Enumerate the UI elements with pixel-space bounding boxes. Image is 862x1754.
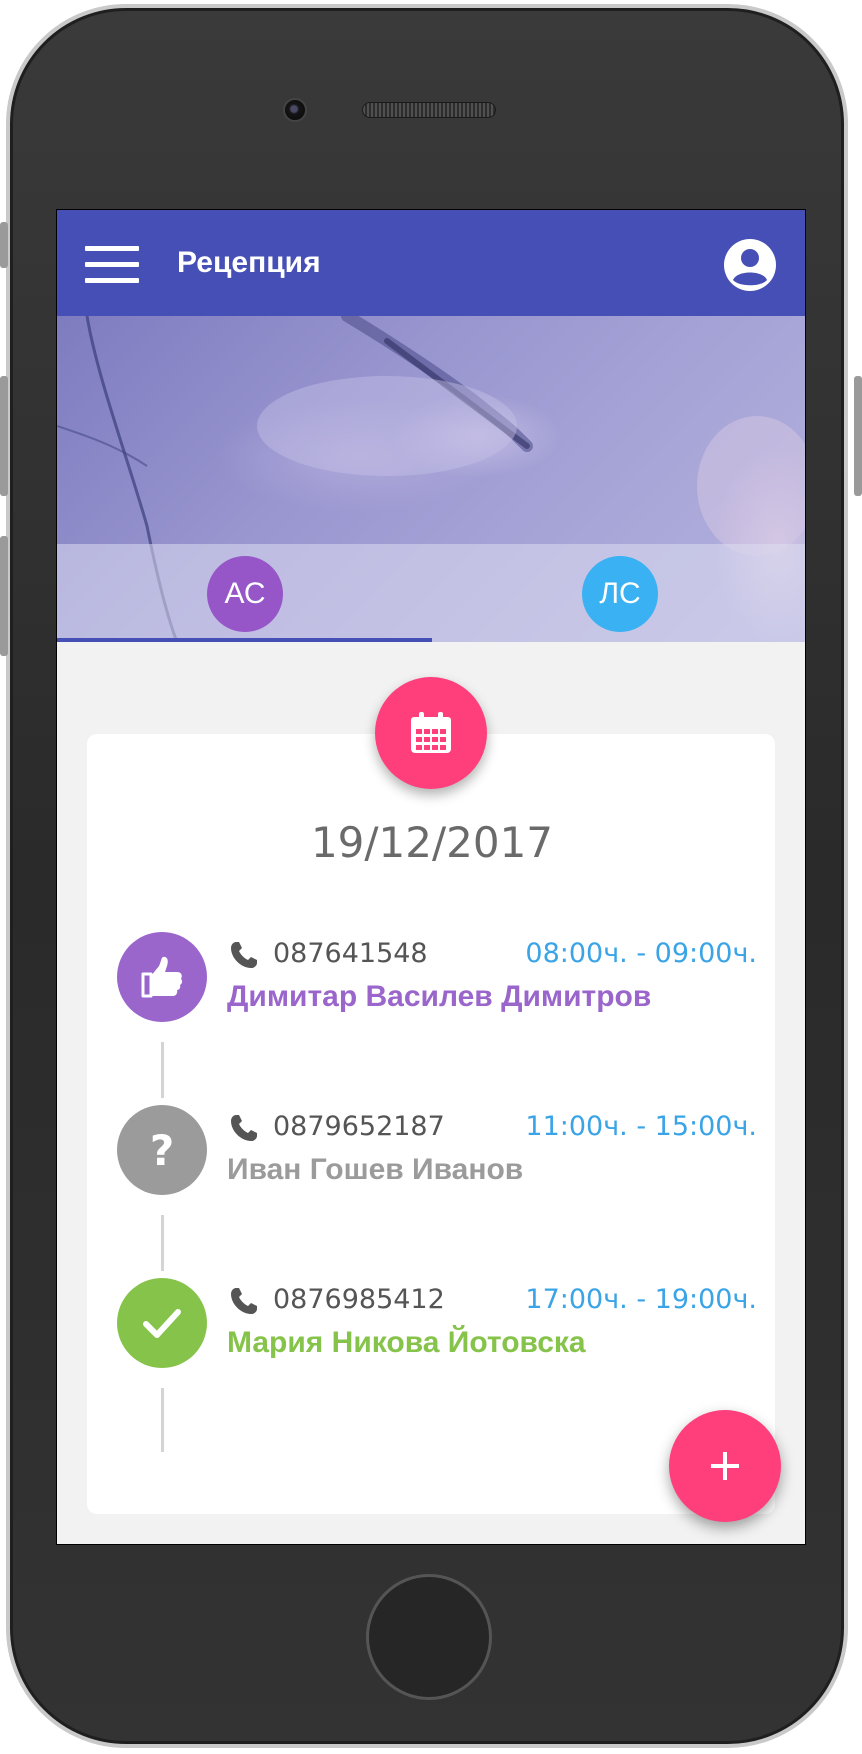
app-screen: Рецепция АС ЛС 19/12/2017 087641548 08:0… — [56, 209, 806, 1545]
earpiece-speaker — [362, 102, 496, 118]
status-badge — [117, 1278, 207, 1368]
phone-number: 087641548 — [273, 938, 428, 969]
tab-avatar-lc: ЛС — [582, 556, 658, 632]
status-badge — [117, 932, 207, 1022]
menu-icon[interactable] — [85, 246, 139, 283]
tab-indicator — [57, 638, 432, 642]
phone-number: 0879652187 — [273, 1111, 445, 1142]
patient-name: Иван Гошев Иванов — [227, 1153, 524, 1186]
status-badge: ? — [117, 1105, 207, 1195]
check-icon — [143, 1309, 181, 1338]
hero-banner: АС ЛС — [57, 316, 805, 642]
tab-lc[interactable]: ЛС — [432, 544, 805, 642]
timeline-connector — [161, 1388, 164, 1452]
tab-avatar-ac: АС — [207, 556, 283, 632]
volume-up-button — [0, 376, 8, 496]
calendar-button[interactable] — [375, 677, 487, 789]
mute-switch — [0, 222, 8, 268]
home-button[interactable] — [366, 1574, 492, 1700]
timeline-connector — [161, 1215, 164, 1271]
time-range: 11:00ч. - 15:00ч. — [525, 1111, 757, 1142]
tab-bar: АС ЛС — [57, 544, 805, 642]
patient-name: Мария Никова Йотовска — [227, 1326, 586, 1359]
phone-icon — [231, 942, 257, 968]
account-circle-icon[interactable] — [723, 238, 777, 292]
svg-text:?: ? — [150, 1126, 174, 1175]
phone-number: 0876985412 — [273, 1284, 445, 1315]
calendar-icon — [411, 712, 451, 753]
front-camera — [283, 98, 307, 122]
page-title: Рецепция — [177, 246, 321, 279]
appointment-item[interactable]: 0876985412 17:00ч. - 19:00ч. Мария Ников… — [117, 1278, 757, 1370]
power-button — [854, 376, 862, 496]
appointment-item[interactable]: ? 0879652187 11:00ч. - 15:00ч. Иван Гоше… — [117, 1105, 757, 1197]
thumbs-up-icon — [141, 956, 183, 998]
question-icon: ? — [150, 1126, 174, 1175]
time-range: 08:00ч. - 09:00ч. — [525, 938, 757, 969]
patient-name: Димитар Василев Димитров — [227, 980, 652, 1013]
timeline-connector — [161, 1042, 164, 1098]
time-range: 17:00ч. - 19:00ч. — [525, 1284, 757, 1315]
plus-icon — [711, 1452, 739, 1480]
appointment-item[interactable]: 087641548 08:00ч. - 09:00ч. Димитар Васи… — [117, 932, 757, 1024]
volume-down-button — [0, 536, 8, 656]
app-bar: Рецепция — [57, 210, 805, 316]
add-appointment-button[interactable] — [669, 1410, 781, 1522]
tab-ac[interactable]: АС — [57, 544, 432, 642]
phone-icon — [231, 1288, 257, 1314]
phone-icon — [231, 1115, 257, 1141]
schedule-date: 19/12/2017 — [310, 818, 554, 867]
